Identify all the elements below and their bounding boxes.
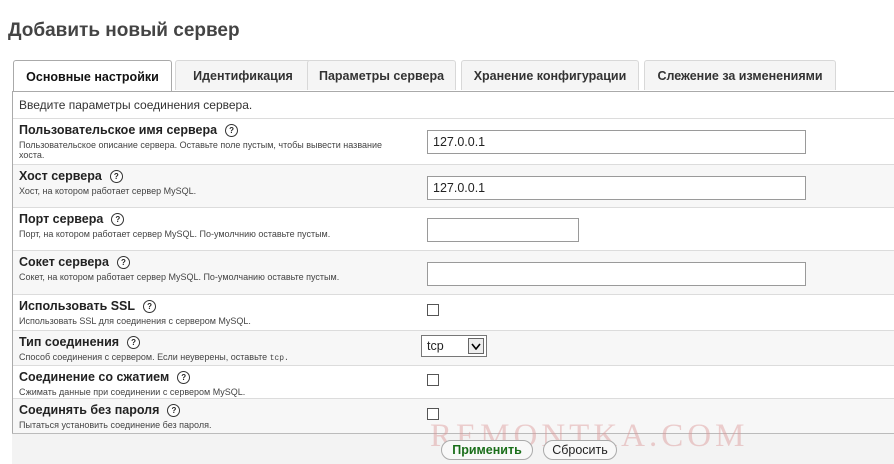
help-icon[interactable]: ?	[177, 371, 191, 384]
field-description: Сжимать данные при соединении с сервером…	[19, 387, 246, 397]
tab-change-tracking[interactable]: Слежение за изменениями	[644, 60, 836, 90]
server-port-input[interactable]	[427, 218, 579, 242]
field-label: Соединение со сжатием?	[19, 370, 191, 384]
field-row-connect-type: Тип соединения? Способ соединения с серв…	[13, 330, 894, 365]
field-description: Пытаться установить соединение без парол…	[19, 420, 212, 430]
chevron-down-icon	[468, 338, 484, 354]
field-row-compress: Соединение со сжатием? Сжимать данные пр…	[13, 365, 894, 398]
page-title: Добавить новый сервер	[8, 20, 240, 41]
connect-type-select[interactable]: tcp	[421, 335, 487, 357]
tab-basic-settings[interactable]: Основные настройки	[13, 60, 172, 92]
settings-panel: Введите параметры соединения сервера. По…	[12, 91, 894, 436]
field-label: Порт сервера?	[19, 212, 125, 226]
tab-server-parameters[interactable]: Параметры сервера	[307, 60, 456, 90]
field-label: Тип соединения?	[19, 335, 141, 349]
help-icon[interactable]: ?	[109, 170, 123, 183]
field-row-ssl: Использовать SSL? Использовать SSL для с…	[13, 294, 894, 330]
server-host-input[interactable]	[427, 176, 806, 200]
field-label: Хост сервера?	[19, 169, 123, 183]
apply-button[interactable]: Применить	[441, 440, 533, 460]
field-row-host: Хост сервера? Хост, на котором работает …	[13, 164, 894, 207]
field-row-nopassword: Соединять без пароля? Пытаться установит…	[13, 398, 894, 434]
help-icon[interactable]: ?	[143, 300, 157, 313]
server-socket-input[interactable]	[427, 262, 806, 286]
field-row-verbose: Пользовательское имя сервера? Пользовате…	[13, 118, 894, 164]
server-name-input[interactable]	[427, 130, 806, 154]
help-icon[interactable]: ?	[116, 256, 130, 269]
help-icon[interactable]: ?	[225, 124, 239, 137]
reset-button[interactable]: Сбросить	[543, 440, 617, 460]
help-icon[interactable]: ?	[127, 336, 141, 349]
field-label: Пользовательское имя сервера?	[19, 123, 239, 137]
panel-intro: Введите параметры соединения сервера.	[19, 98, 253, 112]
nopassword-checkbox[interactable]	[427, 408, 439, 420]
field-label: Соединять без пароля?	[19, 403, 181, 417]
field-description: Пользовательское описание сервера. Остав…	[19, 140, 383, 160]
field-label: Использовать SSL?	[19, 299, 157, 313]
help-icon[interactable]: ?	[167, 404, 181, 417]
tab-authentication[interactable]: Идентификация	[175, 60, 311, 90]
field-row-socket: Сокет сервера? Сокет, на котором работае…	[13, 250, 894, 294]
ssl-checkbox[interactable]	[427, 304, 439, 316]
field-description: Сокет, на котором работает сервер MySQL.…	[19, 272, 340, 282]
help-icon[interactable]: ?	[111, 213, 125, 226]
field-description: Хост, на котором работает сервер MySQL.	[19, 186, 197, 196]
field-row-port: Порт сервера? Порт, на котором работает …	[13, 207, 894, 250]
field-label: Сокет сервера?	[19, 255, 130, 269]
field-description: Использовать SSL для соединения с сервер…	[19, 316, 251, 326]
compress-checkbox[interactable]	[427, 374, 439, 386]
tab-config-storage[interactable]: Хранение конфигурации	[461, 60, 639, 90]
field-description: Способ соединения с сервером. Если неуве…	[19, 352, 289, 363]
field-description: Порт, на котором работает сервер MySQL. …	[19, 229, 331, 239]
